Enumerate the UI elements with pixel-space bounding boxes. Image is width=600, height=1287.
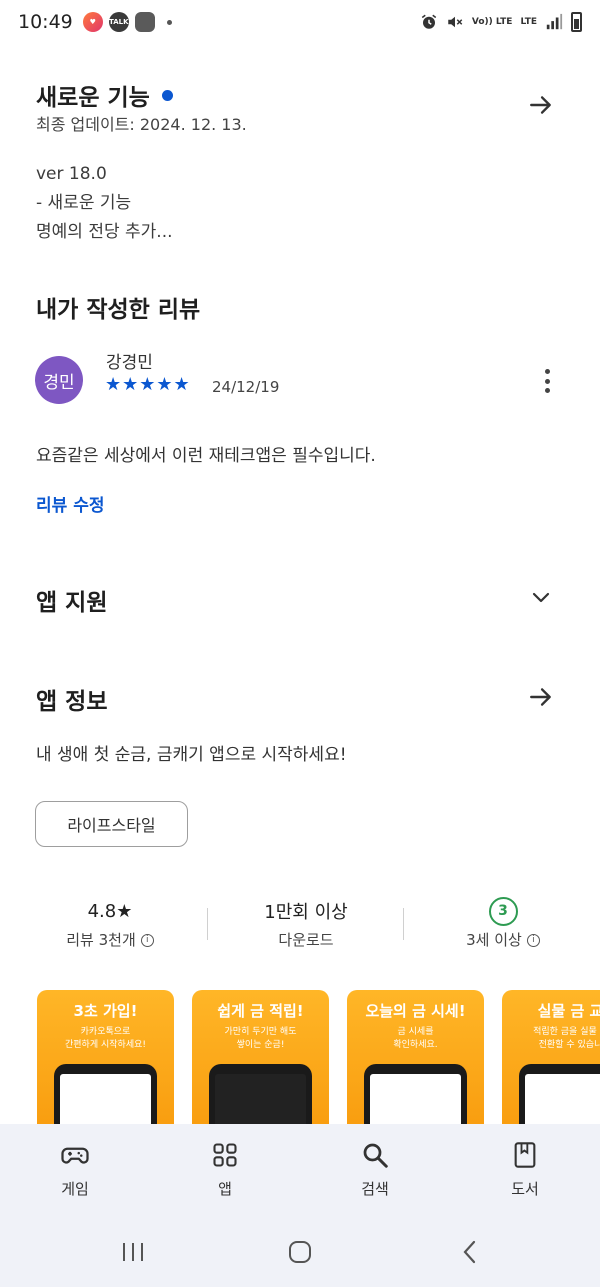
mute-icon — [448, 16, 463, 28]
heart-app-icon: ♥ — [82, 12, 103, 32]
downloads-label: 다운로드 — [278, 931, 334, 949]
screenshot-subtitle: 적립한 금을 실물 금전환할 수 있습니 — [533, 1027, 600, 1050]
rating-label-row: 리뷰 3천개 i — [25, 929, 195, 950]
recent-apps-button[interactable] — [118, 1237, 148, 1267]
back-icon — [463, 1240, 476, 1264]
category-chip[interactable]: 라이프스타일 — [35, 801, 188, 847]
phone-mockup — [364, 1064, 467, 1130]
age-rating-badge-icon: 3 — [488, 896, 518, 926]
system-status-icons: Vo)) LTE LTE — [420, 12, 582, 32]
review-date: 24/12/19 — [212, 378, 280, 396]
bot-app-icon — [134, 12, 155, 32]
back-button[interactable] — [455, 1237, 485, 1267]
phone-screen — [60, 1074, 151, 1130]
whats-new-arrow-button[interactable] — [526, 90, 556, 120]
more-notifications-dot-icon — [166, 19, 172, 25]
recent-apps-icon — [123, 1243, 143, 1261]
review-stars: ★★★★★ — [105, 374, 191, 395]
app-info-arrow-button[interactable] — [526, 682, 556, 712]
stat-divider — [403, 908, 404, 940]
phone-mockup — [54, 1064, 157, 1130]
new-indicator-dot — [161, 90, 173, 101]
phone-screen — [215, 1074, 306, 1130]
info-icon: i — [526, 934, 540, 947]
whats-new-heading: 새로운 기능 — [36, 78, 173, 112]
stat-divider — [207, 908, 208, 940]
book-icon — [480, 1138, 570, 1172]
nav-books-label: 도서 — [511, 1180, 539, 1198]
app-info-heading: 앱 정보 — [36, 689, 108, 715]
phone-mockup — [519, 1064, 600, 1130]
age-badge-wrap: 3 — [418, 896, 588, 926]
info-icon: i — [140, 934, 154, 947]
kakaotalk-icon: TALK — [108, 12, 129, 32]
nav-search-label: 검색 — [361, 1180, 389, 1198]
release-note-line: 명예의 전당 추가... — [36, 222, 173, 242]
downloads-stat: 1만회 이상 다운로드 — [221, 897, 391, 950]
screenshot-card[interactable]: 오늘의 금 시세! 금 시세를 확인하세요. — [347, 990, 484, 1130]
age-label: 3세 이상 — [466, 931, 522, 949]
rating-label: 리뷰 3천개 — [66, 931, 136, 949]
content-rating-stat[interactable]: 3 3세 이상 i — [418, 896, 588, 950]
screenshot-title: 실물 금 교 — [537, 1002, 600, 1020]
review-text: 요즘같은 세상에서 이런 재테크앱은 필수입니다. — [36, 446, 376, 466]
app-support-expand-button[interactable] — [526, 582, 556, 612]
screenshot-carousel[interactable]: 3초 가입! 카카오톡으로 간편하게 시작하세요! 쉽게 금 적립! 가만히 두기… — [37, 990, 600, 1130]
downloads-value: 1만회 이상 — [264, 902, 348, 923]
home-button[interactable] — [285, 1237, 315, 1267]
notification-icons: ♥ TALK — [82, 12, 172, 32]
apps-grid-icon — [180, 1138, 270, 1172]
screenshot-title: 쉽게 금 적립! — [217, 1002, 304, 1020]
home-icon — [289, 1241, 311, 1263]
screenshot-card[interactable]: 실물 금 교 적립한 금을 실물 금전환할 수 있습니 — [502, 990, 600, 1130]
phone-mockup — [209, 1064, 312, 1130]
app-support-heading[interactable]: 앱 지원 — [36, 583, 108, 617]
alarm-icon — [421, 14, 437, 29]
kebab-dot-icon — [544, 388, 550, 393]
screenshot-card[interactable]: 3초 가입! 카카오톡으로 간편하게 시작하세요! — [37, 990, 174, 1130]
phone-screen — [525, 1074, 600, 1130]
release-note-line: ver 18.0 — [36, 164, 107, 184]
screenshot-subtitle: 카카오톡으로 간편하게 시작하세요! — [65, 1027, 146, 1050]
chevron-down-icon — [532, 592, 550, 603]
status-bar: 10:49 ♥ TALK Vo)) LTE LTE — [0, 0, 600, 44]
screenshot-subtitle: 가만히 두기만 해도 쌓이는 순금! — [224, 1027, 297, 1050]
my-review-heading: 내가 작성한 리뷰 — [36, 297, 201, 323]
nav-books[interactable]: 도서 — [480, 1138, 570, 1199]
screenshot-card[interactable]: 쉽게 금 적립! 가만히 두기만 해도 쌓이는 순금! — [192, 990, 329, 1130]
reviewer-name: 강경민 — [106, 353, 153, 373]
screenshot-title: 오늘의 금 시세! — [365, 1002, 466, 1020]
screenshot-title: 3초 가입! — [73, 1002, 138, 1020]
nav-games[interactable]: 게임 — [30, 1138, 120, 1199]
lte-icon: LTE — [520, 16, 537, 27]
arrow-right-icon — [530, 96, 551, 114]
screenshot-subtitle: 금 시세를 확인하세요. — [393, 1027, 438, 1050]
signal-icon — [546, 13, 563, 30]
kebab-dot-icon — [544, 369, 550, 374]
nav-search[interactable]: 검색 — [330, 1138, 420, 1199]
kebab-dot-icon — [544, 378, 550, 384]
volte-icon: Vo)) LTE — [471, 16, 513, 27]
whats-new-title: 새로운 기능 — [36, 85, 150, 111]
nav-apps-label: 앱 — [218, 1180, 232, 1198]
search-icon — [330, 1138, 420, 1172]
app-description: 내 생애 첫 순금, 금캐기 앱으로 시작하세요! — [36, 745, 347, 765]
battery-icon — [571, 12, 582, 32]
release-note-line: - 새로운 기능 — [36, 193, 132, 213]
review-more-options-button[interactable] — [536, 366, 558, 396]
edit-review-link[interactable]: 리뷰 수정 — [36, 491, 104, 516]
phone-screen — [370, 1074, 461, 1130]
nav-apps[interactable]: 앱 — [180, 1138, 270, 1199]
last-updated-date: 최종 업데이트: 2024. 12. 13. — [36, 115, 247, 134]
status-time: 10:49 — [18, 11, 73, 33]
gamepad-icon — [30, 1138, 120, 1172]
release-notes: ver 18.0 - 새로운 기능 명예의 전당 추가... — [36, 160, 173, 247]
avatar: 경민 — [35, 356, 83, 404]
rating-stat[interactable]: 4.8★ 리뷰 3천개 i — [25, 897, 195, 950]
rating-value: 4.8★ — [87, 900, 133, 922]
arrow-right-icon — [530, 688, 551, 706]
age-label-row: 3세 이상 i — [418, 929, 588, 950]
nav-games-label: 게임 — [61, 1180, 89, 1198]
